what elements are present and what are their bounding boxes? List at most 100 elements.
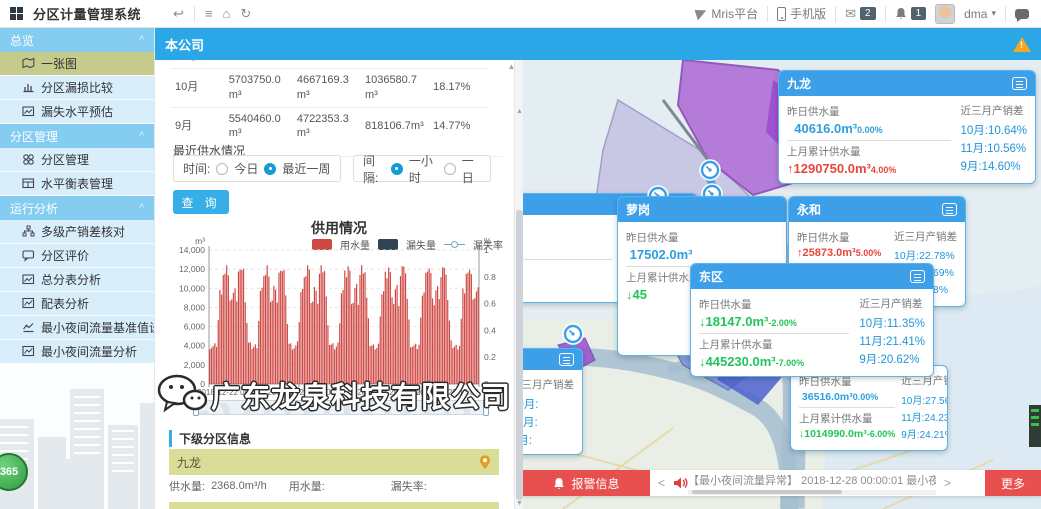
mobile-link[interactable]: 手机版 [777, 5, 826, 22]
sidebar-item-label: 分区管理 [41, 151, 89, 168]
divider [767, 6, 768, 22]
table-cell: 10月 [171, 68, 225, 107]
option-hourly[interactable]: 一小时 [409, 152, 438, 186]
sidebar-item-label: 漏失水平预估 [41, 103, 113, 120]
chart-title: 供用情况 [155, 218, 523, 238]
location-pin-icon[interactable] [479, 455, 491, 470]
datazoom-wave [196, 403, 486, 414]
svg-text:0.4: 0.4 [484, 325, 496, 335]
district-map[interactable]: 九龙 昨日供水量 40616.0m³0.00% 上月累计供水量 ↑1290750… [523, 60, 1041, 509]
map-icon [22, 57, 35, 70]
svg-text:0.8: 0.8 [484, 272, 496, 282]
sidebar-item-漏失水平预估[interactable]: 漏失水平预估 [0, 100, 154, 124]
list-icon[interactable] [910, 270, 925, 283]
sidebar-item-label: 总分表分析 [41, 271, 101, 288]
undo-icon[interactable]: ↩ [173, 7, 184, 20]
alarm-bell-icon [553, 477, 565, 490]
district-card-dongqu[interactable]: 东区 昨日供水量 ↓18147.0m³-2.00% 上月累计供水量 ↓44523… [690, 263, 934, 377]
sidebar-item-多级产销差核对[interactable]: 多级产销差核对 [0, 220, 154, 244]
lastmonth-label: 上月累计供水量 [787, 144, 951, 159]
sidebar-section-1[interactable]: 分区管理^ [0, 124, 154, 148]
scroll-thumb[interactable] [516, 210, 523, 500]
supply-label: 供水量: [169, 478, 205, 494]
chat-icon[interactable] [1015, 9, 1029, 19]
sidebar-item-总分表分析[interactable]: 总分表分析 [0, 268, 154, 292]
app-grid-icon[interactable] [10, 7, 23, 20]
alarm-marquee[interactable]: 【最小夜间流量异常】 2018-12-28 00:00:01 最小夜间流量监测值… [688, 472, 936, 495]
divider [1005, 6, 1006, 22]
yesterday-label: 昨日供水量 [699, 297, 849, 312]
alarm-scrollbar[interactable] [688, 490, 936, 495]
yesterday-value: 17502.0m³ [626, 247, 778, 262]
sub-district-row-next[interactable] [169, 502, 499, 509]
list-icon[interactable] [559, 353, 574, 366]
city-skyline-graphic [0, 359, 155, 509]
avatar[interactable] [935, 4, 955, 24]
option-today[interactable]: 今日 [234, 160, 258, 177]
sidebar-section-0[interactable]: 总览^ [0, 28, 154, 52]
sidebar-item-分区管理[interactable]: 分区管理 [0, 148, 154, 172]
district-card-bottom-right[interactable]: 昨日供水量 36516.0m³0.00% 上月累计供水量 ↓1014990.0m… [790, 365, 948, 451]
navbar-right: Mris平台 手机版 ✉ 2 1 dma ▾ [696, 4, 1041, 24]
list-icon[interactable] [1012, 77, 1027, 90]
option-daily[interactable]: 一日 [462, 152, 481, 186]
district-card-bottom-left-cut[interactable]: 昨日供水量 近三月产销差 10月:11月:9月: [523, 348, 583, 455]
radio-hourly[interactable] [391, 163, 403, 175]
scroll-down-arrow[interactable]: ▼ [515, 500, 523, 507]
yesterday-label: 昨日供水量 [626, 230, 778, 245]
sidebar-item-最小夜间流量基准值设置[interactable]: 最小夜间流量基准值设置 [0, 316, 154, 340]
sidebar-section-2[interactable]: 运行分析^ [0, 196, 154, 220]
line-chart-icon [22, 345, 35, 358]
card-title: 永和 [797, 201, 821, 218]
table-cell: 5m³ [293, 60, 361, 68]
sidebar-menu: 总览^一张图分区漏损比较漏失水平预估分区管理^ 分区管理水平衡表管理运行分析^ 多级… [0, 28, 154, 364]
use-label: 用水量: [289, 478, 325, 494]
scroll-up-arrow[interactable]: ▲ [515, 108, 523, 115]
alerts-button[interactable]: 1 [895, 7, 927, 20]
refresh-icon[interactable]: ↻ [240, 7, 251, 20]
sidebar-item-分区漏损比较[interactable]: 分区漏损比较 [0, 76, 154, 100]
navbar-left: 分区计量管理系统 ↩ ≡ ⌂ ↻ [0, 4, 251, 23]
datazoom-handle-left[interactable] [193, 399, 199, 416]
table-row: 11月0m³5m³m³12.55% [171, 60, 489, 68]
table-row: 9月5540460.0m³4722353.3m³818106.7m³14.77% [171, 107, 489, 145]
warning-icon[interactable]: ! [1013, 37, 1031, 52]
datazoom-slider[interactable] [195, 400, 487, 415]
radio-last-week[interactable] [264, 163, 276, 175]
district-card-jiulong[interactable]: 九龙 昨日供水量 40616.0m³0.00% 上月累计供水量 ↑1290750… [778, 70, 1036, 184]
svg-text:0.2: 0.2 [484, 352, 496, 362]
lastmonth-value: 20.0m³11.00% [523, 280, 613, 295]
list-icon[interactable] [942, 203, 957, 216]
alarm-next-button[interactable]: > [936, 476, 959, 490]
radio-daily[interactable] [444, 163, 456, 175]
user-menu[interactable]: dma ▾ [964, 7, 996, 21]
lastmonth-value: ↑1290750.0m³4.00% [787, 161, 951, 176]
radio-today[interactable] [216, 163, 228, 175]
sidebar-item-水平衡表管理[interactable]: 水平衡表管理 [0, 172, 154, 196]
trend-icon [22, 321, 35, 334]
quarter-column: 近三月产销差 10月:27.56%11月:24.23%9月:24.21% [901, 371, 948, 443]
sidebar-item-分区评价[interactable]: 分区评价 [0, 244, 154, 268]
quarter-column: 近三月产销差 10月:11月:9月: [523, 375, 574, 450]
table-cell: 1036580.7m³ [361, 68, 429, 107]
platform-link[interactable]: Mris平台 [696, 5, 758, 22]
sub-district-row[interactable]: 九龙 [169, 449, 499, 475]
alarm-prev-button[interactable]: < [650, 476, 673, 490]
option-last-week[interactable]: 最近一周 [282, 160, 330, 177]
home-icon[interactable]: ⌂ [223, 7, 231, 20]
sub-district-stats: 供水量: 2368.0m³/h 用水量: 漏失率: [169, 478, 499, 494]
sidebar-item-一张图[interactable]: 一张图 [0, 52, 154, 76]
caret-down-icon: ▾ [991, 8, 996, 19]
alarm-more-button[interactable]: 更多 [985, 470, 1041, 496]
query-button[interactable]: 查 询 [173, 190, 229, 214]
svg-text:4,000: 4,000 [184, 341, 206, 351]
panel-scrollbar[interactable]: ▲ ▼ [514, 60, 523, 509]
svg-text:2,000: 2,000 [184, 360, 206, 370]
menu-icon[interactable]: ≡ [205, 7, 213, 20]
alarm-button[interactable]: 报警信息 [523, 470, 650, 496]
sidebar-item-label: 多级产销差核对 [41, 223, 125, 240]
divider [194, 6, 195, 22]
datazoom-handle-right[interactable] [483, 399, 489, 416]
messages-button[interactable]: ✉ 2 [845, 7, 875, 20]
sidebar-item-配表分析[interactable]: 配表分析 [0, 292, 154, 316]
